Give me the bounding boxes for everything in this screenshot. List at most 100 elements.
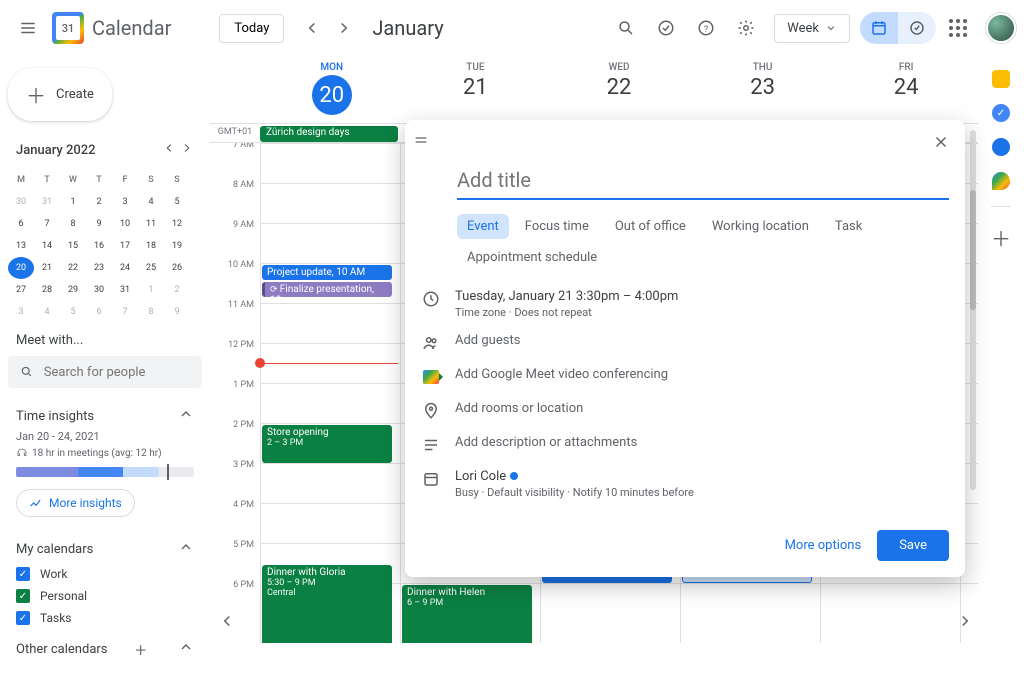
- mini-cal-prev[interactable]: [162, 141, 176, 159]
- more-insights-button[interactable]: More insights: [16, 489, 135, 517]
- prev-period-button[interactable]: [296, 12, 328, 44]
- mini-cal-day[interactable]: 6: [86, 301, 112, 323]
- day-header[interactable]: FRI24: [834, 56, 978, 123]
- mini-cal-day[interactable]: 8: [138, 301, 164, 323]
- day-header[interactable]: THU23: [691, 56, 835, 123]
- scrollbar-thumb[interactable]: [970, 190, 976, 310]
- mini-cal-day[interactable]: 31: [34, 191, 60, 213]
- mini-cal-day[interactable]: 1: [138, 279, 164, 301]
- tasks-addon-button[interactable]: [992, 104, 1010, 122]
- google-apps-button[interactable]: [940, 10, 976, 46]
- other-calendars-header[interactable]: Other calendars ＋: [8, 629, 202, 663]
- mini-cal-day[interactable]: 7: [112, 301, 138, 323]
- scrollbar[interactable]: [970, 130, 976, 490]
- keep-addon-button[interactable]: [992, 70, 1010, 88]
- event-type-tab[interactable]: Event: [457, 214, 509, 239]
- today-button[interactable]: Today: [219, 14, 284, 43]
- search-button[interactable]: [608, 10, 644, 46]
- event-type-tab[interactable]: Appointment schedule: [457, 245, 607, 270]
- add-meet-button[interactable]: Add Google Meet video conferencing: [455, 367, 668, 382]
- event-store-opening[interactable]: Store opening 2 – 3 PM: [262, 425, 392, 463]
- mini-cal-day[interactable]: 29: [60, 279, 86, 301]
- mini-cal-day[interactable]: 15: [60, 235, 86, 257]
- day-header[interactable]: MON20: [260, 56, 404, 123]
- mini-cal-day[interactable]: 14: [34, 235, 60, 257]
- calendar-view-toggle[interactable]: [860, 12, 898, 44]
- mini-cal-day[interactable]: 13: [8, 235, 34, 257]
- allday-event[interactable]: Zürich design days: [260, 126, 398, 142]
- event-type-tab[interactable]: Task: [825, 214, 872, 239]
- event-finalize-presentation[interactable]: ⟳ Finalize presentation, 10:: [262, 282, 392, 297]
- settings-button[interactable]: [728, 10, 764, 46]
- add-location-button[interactable]: Add rooms or location: [455, 401, 583, 416]
- event-type-tab[interactable]: Working location: [702, 214, 819, 239]
- collapse-icon[interactable]: [178, 639, 194, 659]
- create-button[interactable]: ＋ Create: [8, 68, 112, 121]
- save-button[interactable]: Save: [877, 530, 949, 561]
- drag-handle-icon[interactable]: [413, 131, 437, 153]
- maps-addon-button[interactable]: [992, 172, 1010, 190]
- mini-cal-day[interactable]: 8: [60, 213, 86, 235]
- mini-cal-day[interactable]: 2: [164, 279, 190, 301]
- mini-cal-day[interactable]: 4: [138, 191, 164, 213]
- day-header[interactable]: TUE21: [404, 56, 548, 123]
- mini-cal-day[interactable]: 9: [86, 213, 112, 235]
- mini-cal-day[interactable]: 1: [60, 191, 86, 213]
- mini-cal-day[interactable]: 3: [8, 301, 34, 323]
- mini-cal-day[interactable]: 19: [164, 235, 190, 257]
- my-calendars-header[interactable]: My calendars: [8, 529, 202, 563]
- mini-cal-day[interactable]: 10: [112, 213, 138, 235]
- mini-cal-day[interactable]: 21: [34, 257, 60, 279]
- day-header[interactable]: WED22: [547, 56, 691, 123]
- mini-cal-day[interactable]: 3: [112, 191, 138, 213]
- more-options-button[interactable]: More options: [785, 538, 862, 553]
- next-period-button[interactable]: [328, 12, 360, 44]
- next-week-button[interactable]: [956, 612, 974, 634]
- event-organizer[interactable]: Lori Cole Busy · Default visibility · No…: [455, 469, 694, 499]
- get-addons-button[interactable]: ＋: [991, 223, 1011, 252]
- contacts-addon-button[interactable]: [992, 138, 1010, 156]
- add-calendar-button[interactable]: ＋: [134, 640, 147, 659]
- mini-calendar[interactable]: MTWTFSS303112345678910111213141516171819…: [8, 169, 202, 323]
- calendar-item[interactable]: ✓Personal: [8, 585, 202, 607]
- support-button[interactable]: [648, 10, 684, 46]
- view-selector[interactable]: Week: [774, 14, 850, 43]
- mini-cal-day[interactable]: 22: [60, 257, 86, 279]
- main-menu-button[interactable]: [8, 8, 48, 48]
- event-type-tab[interactable]: Out of office: [605, 214, 696, 239]
- mini-cal-day[interactable]: 23: [86, 257, 112, 279]
- add-description-button[interactable]: Add description or attachments: [455, 435, 637, 450]
- mini-cal-day[interactable]: 5: [60, 301, 86, 323]
- mini-cal-day[interactable]: 25: [138, 257, 164, 279]
- mini-cal-day[interactable]: 16: [86, 235, 112, 257]
- prev-week-button[interactable]: [218, 612, 236, 634]
- collapse-icon[interactable]: [178, 539, 194, 559]
- calendar-item[interactable]: ✓Tasks: [8, 607, 202, 629]
- event-project-update[interactable]: Project update, 10 AM: [262, 265, 392, 280]
- mini-cal-day[interactable]: 26: [164, 257, 190, 279]
- mini-cal-day[interactable]: 30: [86, 279, 112, 301]
- mini-cal-day[interactable]: 5: [164, 191, 190, 213]
- mini-cal-day[interactable]: 11: [138, 213, 164, 235]
- mini-cal-day[interactable]: 30: [8, 191, 34, 213]
- mini-cal-day[interactable]: 31: [112, 279, 138, 301]
- calendar-checkbox[interactable]: ✓: [16, 589, 30, 603]
- event-title-input[interactable]: [457, 164, 949, 200]
- mini-cal-day[interactable]: 20: [8, 257, 34, 279]
- mini-cal-day[interactable]: 27: [8, 279, 34, 301]
- search-people-field[interactable]: [8, 356, 202, 388]
- mini-cal-day[interactable]: 9: [164, 301, 190, 323]
- calendar-checkbox[interactable]: ✓: [16, 611, 30, 625]
- mini-cal-next[interactable]: [180, 141, 194, 159]
- event-type-tab[interactable]: Focus time: [515, 214, 599, 239]
- time-insights-header[interactable]: Time insights: [8, 396, 202, 430]
- search-people-input[interactable]: [44, 365, 190, 380]
- mini-cal-day[interactable]: 2: [86, 191, 112, 213]
- calendar-item[interactable]: ✓Work: [8, 563, 202, 585]
- mini-cal-day[interactable]: 28: [34, 279, 60, 301]
- mini-cal-day[interactable]: 18: [138, 235, 164, 257]
- mini-cal-day[interactable]: 7: [34, 213, 60, 235]
- mini-cal-day[interactable]: 6: [8, 213, 34, 235]
- help-button[interactable]: ?: [688, 10, 724, 46]
- mini-cal-day[interactable]: 4: [34, 301, 60, 323]
